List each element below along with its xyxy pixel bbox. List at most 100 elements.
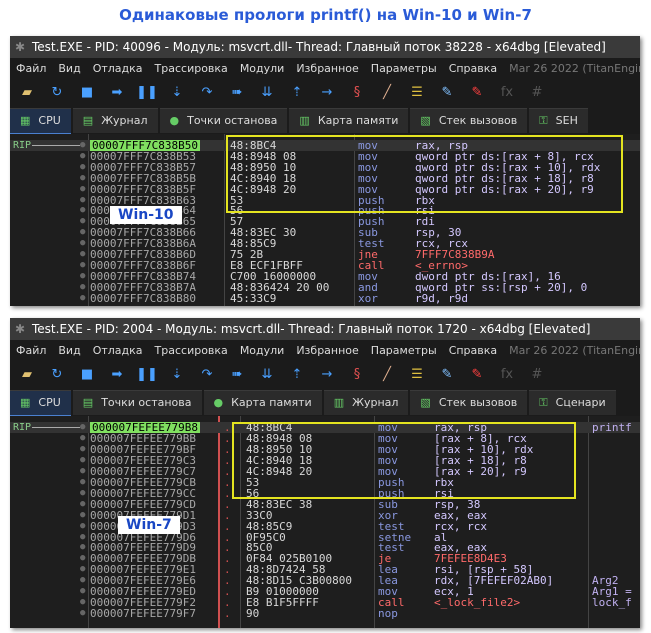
label-icon[interactable]: ✎ (436, 362, 458, 388)
label-icon[interactable]: ✎ (436, 80, 458, 106)
comment-icon[interactable]: ☰ (406, 362, 428, 388)
trace-over-icon[interactable]: ⇊ (256, 80, 278, 106)
hash-icon[interactable]: # (526, 80, 548, 106)
breakpoint-dot[interactable]: ● (80, 553, 85, 564)
menu-item-1[interactable]: Вид (58, 344, 80, 357)
disassembly-view[interactable]: RIP ● 000007FEFEE779B8. 48:8BC4 mov rax, rsp p… (10, 416, 640, 628)
breakpoint-dot[interactable]: ● (80, 205, 85, 216)
bookmark-icon[interactable]: ✎ (466, 80, 488, 106)
menu-item-6[interactable]: Параметры (371, 344, 437, 357)
disasm-row[interactable]: ● 00007FFF7C838B80 45:33C9 xor r9d, r9d (10, 293, 640, 304)
script-icon[interactable]: § (346, 362, 368, 388)
menu-item-5[interactable]: Избранное (296, 344, 358, 357)
hash-icon[interactable]: # (526, 362, 548, 388)
menu-item-7[interactable]: Справка (449, 62, 497, 75)
breakpoint-dot[interactable]: ● (80, 249, 85, 260)
breakpoint-dot[interactable]: ● (80, 293, 85, 304)
execute-till-return-icon[interactable]: ⇡ (286, 80, 308, 106)
execute-till-return-icon[interactable]: ⇡ (286, 362, 308, 388)
pause-icon[interactable]: ❚❚ (136, 80, 158, 106)
breakpoint-dot[interactable]: ● (80, 477, 85, 488)
breakpoint-dot[interactable]: ● (80, 271, 85, 282)
disasm-row[interactable]: ● 000007FEFEE779CD. 48:83EC 38 sub rsp, 38 (10, 499, 640, 510)
breakpoint-dot[interactable]: ● (80, 195, 85, 206)
bookmark-icon[interactable]: ✎ (466, 362, 488, 388)
tab-4[interactable]: ▧ Стек вызовов (410, 390, 528, 415)
menu-item-2[interactable]: Отладка (93, 344, 143, 357)
breakpoint-dot[interactable]: ● (80, 173, 85, 184)
breakpoint-dot[interactable]: ● (80, 510, 85, 521)
tab-1[interactable]: ▤ Журнал (72, 108, 158, 133)
breakpoint-dot[interactable]: ● (80, 499, 85, 510)
trace-over-icon[interactable]: ⇊ (256, 362, 278, 388)
menu-item-2[interactable]: Отладка (93, 62, 143, 75)
menu-item-3[interactable]: Трассировка (155, 62, 228, 75)
breakpoint-dot[interactable]: ● (80, 151, 85, 162)
tab-2[interactable]: ● Карта памяти (203, 390, 322, 415)
breakpoint-dot[interactable]: ● (80, 260, 85, 271)
run-to-user-code-icon[interactable]: → (316, 80, 338, 106)
breakpoint-dot[interactable]: ● (80, 184, 85, 195)
breakpoint-dot[interactable]: ● (80, 140, 85, 151)
step-over-icon[interactable]: ↷ (196, 80, 218, 106)
step-over-icon[interactable]: ↷ (196, 362, 218, 388)
script-icon[interactable]: § (346, 80, 368, 106)
disasm-row[interactable]: ●000007FEFEE779D3.48:85C9testrcx, rcx (10, 521, 640, 532)
breakpoint-dot[interactable]: ● (80, 433, 85, 444)
breakpoint-dot[interactable]: ● (80, 575, 85, 586)
breakpoint-dot[interactable]: ● (80, 597, 85, 608)
tab-2[interactable]: ● Точки останова (159, 108, 288, 133)
menu-item-6[interactable]: Параметры (371, 62, 437, 75)
breakpoint-dot[interactable]: ● (80, 586, 85, 597)
tab-5[interactable]: ⚿ SEH (529, 108, 588, 133)
tab-3[interactable]: ▥ Журнал (323, 390, 409, 415)
breakpoint-dot[interactable]: ● (80, 455, 85, 466)
tab-0[interactable]: ▦ CPU (10, 390, 71, 417)
run-to-user-code-icon[interactable]: → (316, 362, 338, 388)
step-into-icon[interactable]: ⇣ (166, 80, 188, 106)
comment-icon[interactable]: ☰ (406, 80, 428, 106)
breakpoint-dot[interactable]: ● (80, 608, 85, 619)
trace-into-icon[interactable]: ➠ (226, 80, 248, 106)
pause-icon[interactable]: ❚❚ (136, 362, 158, 388)
disasm-row[interactable]: ● 000007FEFEE779F7. 90 nop (10, 608, 640, 619)
open-icon[interactable]: ▰ (16, 362, 38, 388)
menu-item-4[interactable]: Модули (240, 62, 285, 75)
restart-icon[interactable]: ↻ (46, 362, 68, 388)
breakpoint-dot[interactable]: ● (80, 282, 85, 293)
menu-item-5[interactable]: Избранное (296, 62, 358, 75)
tab-1[interactable]: ▤ Точки останова (72, 390, 202, 415)
breakpoint-dot[interactable]: ● (80, 466, 85, 477)
menu-item-7[interactable]: Справка (449, 344, 497, 357)
trace-into-icon[interactable]: ➠ (226, 362, 248, 388)
breakpoint-dot[interactable]: ● (80, 238, 85, 249)
breakpoint-dot[interactable]: ● (80, 521, 85, 532)
breakpoint-dot[interactable]: ● (80, 564, 85, 575)
menu-item-4[interactable]: Модули (240, 344, 285, 357)
run-icon[interactable]: ➡ (106, 80, 128, 106)
disasm-row[interactable]: ●000007FEFEE779D1.33C0xoreax, eax (10, 510, 640, 521)
step-into-icon[interactable]: ⇣ (166, 362, 188, 388)
patch-icon[interactable]: ╱ (376, 362, 398, 388)
breakpoint-dot[interactable]: ● (80, 444, 85, 455)
stop-icon[interactable]: ■ (76, 362, 98, 388)
run-icon[interactable]: ➡ (106, 362, 128, 388)
menu-item-3[interactable]: Трассировка (155, 344, 228, 357)
patch-icon[interactable]: ╱ (376, 80, 398, 106)
restart-icon[interactable]: ↻ (46, 80, 68, 106)
disassembly-view[interactable]: RIP ● 00007FFF7C838B50 48:8BC4 mov rax, rsp ● 0… (10, 134, 640, 306)
tab-3[interactable]: ▥ Карта памяти (289, 108, 409, 133)
tab-5[interactable]: ⚿ Сценари (529, 390, 616, 415)
breakpoint-dot[interactable]: ● (80, 542, 85, 553)
breakpoint-dot[interactable]: ● (80, 488, 85, 499)
tab-4[interactable]: ▧ Стек вызовов (410, 108, 528, 133)
menu-item-0[interactable]: Файл (16, 344, 46, 357)
disasm-row[interactable]: ● 00007FFF7C838B5F 4C:8948 20 mov qword ptr … (10, 184, 640, 195)
stop-icon[interactable]: ■ (76, 80, 98, 106)
tab-0[interactable]: ▦ CPU (10, 108, 71, 135)
function-icon[interactable]: fx (496, 80, 518, 106)
breakpoint-dot[interactable]: ● (80, 162, 85, 173)
open-icon[interactable]: ▰ (16, 80, 38, 106)
breakpoint-dot[interactable]: ● (80, 422, 85, 433)
function-icon[interactable]: fx (496, 362, 518, 388)
